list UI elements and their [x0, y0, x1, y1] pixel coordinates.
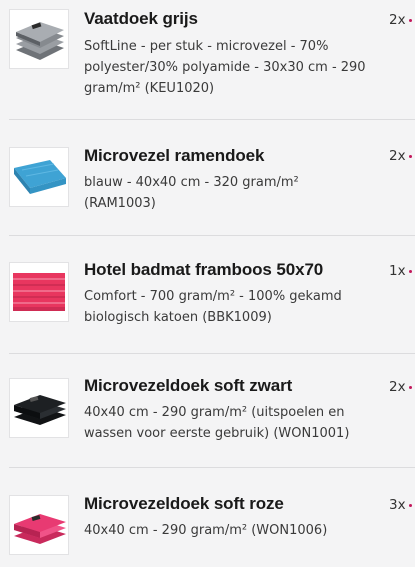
- product-quantity: 3x: [389, 497, 412, 513]
- black-microfiber-cloth-icon: [14, 395, 66, 425]
- list-item[interactable]: Microvezel ramendoek blauw - 40x40 cm - …: [0, 120, 415, 236]
- product-quantity: 1x: [389, 263, 412, 279]
- product-description: 40x40 cm - 290 gram/m² (WON1006): [84, 523, 328, 538]
- quantity-dot-icon: [408, 503, 412, 507]
- raspberry-bath-mat-icon: [13, 273, 65, 311]
- quantity-label: 2x: [389, 148, 406, 164]
- product-description: 40x40 cm - 290 gram/m² (uitspoelen en wa…: [84, 405, 350, 441]
- product-quantity: 2x: [389, 148, 412, 164]
- list-item[interactable]: Microvezeldoek soft roze 40x40 cm - 290 …: [0, 468, 415, 567]
- product-quantity: 2x: [389, 379, 412, 395]
- quantity-label: 2x: [389, 379, 406, 395]
- product-description: blauw - 40x40 cm - 320 gram/m² (RAM1003): [84, 175, 299, 211]
- list-item[interactable]: Vaatdoek grijs SoftLine - per stuk - mic…: [0, 0, 415, 120]
- pink-microfiber-cloth-icon: [14, 514, 66, 544]
- product-description: Comfort - 700 gram/m² - 100% gekamd biol…: [84, 289, 342, 325]
- list-item[interactable]: Hotel badmat framboos 50x70 Comfort - 70…: [0, 236, 415, 354]
- quantity-label: 1x: [389, 263, 406, 279]
- product-title[interactable]: Microvezeldoek soft zwart: [84, 376, 292, 396]
- product-description: SoftLine - per stuk - microvezel - 70% p…: [84, 39, 366, 96]
- blue-window-cloth-icon: [14, 160, 66, 194]
- quantity-dot-icon: [408, 385, 412, 389]
- product-title[interactable]: Hotel badmat framboos 50x70: [84, 260, 323, 280]
- product-image[interactable]: [9, 147, 69, 207]
- product-image[interactable]: [9, 9, 69, 69]
- quantity-dot-icon: [408, 269, 412, 273]
- product-image[interactable]: [9, 262, 69, 322]
- quantity-label: 2x: [389, 12, 406, 28]
- product-image[interactable]: [9, 378, 69, 438]
- product-quantity: 2x: [389, 12, 412, 28]
- product-title[interactable]: Vaatdoek grijs: [84, 9, 198, 29]
- quantity-label: 3x: [389, 497, 406, 513]
- list-item[interactable]: Microvezeldoek soft zwart 40x40 cm - 290…: [0, 354, 415, 468]
- product-title[interactable]: Microvezeldoek soft roze: [84, 494, 284, 514]
- quantity-dot-icon: [408, 18, 412, 22]
- product-image[interactable]: [9, 495, 69, 555]
- product-title[interactable]: Microvezel ramendoek: [84, 146, 264, 166]
- order-items-list: Vaatdoek grijs SoftLine - per stuk - mic…: [0, 0, 415, 567]
- quantity-dot-icon: [408, 154, 412, 158]
- grey-dishcloth-stack-icon: [16, 22, 64, 60]
